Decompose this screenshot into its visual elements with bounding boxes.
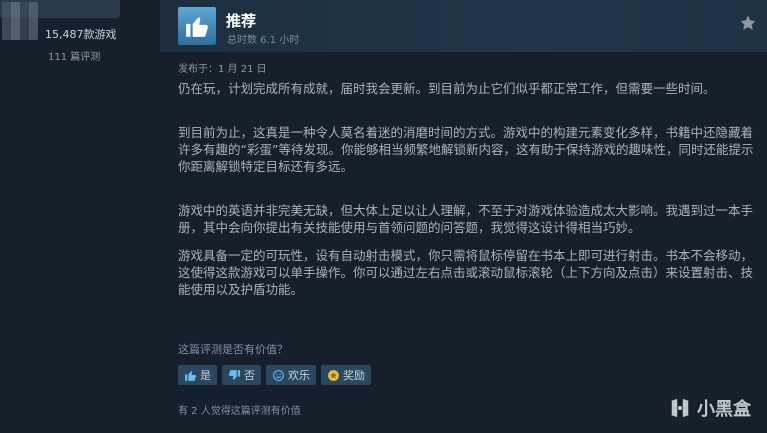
watermark-text: 小黑盒: [697, 399, 751, 420]
watermark: 小黑盒: [669, 395, 751, 421]
vote-buttons: 是 否 欢乐 奖励: [178, 365, 371, 385]
games-count[interactable]: 15,487款游戏: [45, 26, 117, 42]
star-icon[interactable]: [739, 14, 757, 32]
playtime: 总时数 6.1 小时: [227, 35, 300, 46]
thumbs-up-icon: [185, 370, 196, 381]
profile-sidebar: 15,487款游戏 111 篇评测: [0, 0, 160, 433]
vote-yes-label: 是: [200, 369, 211, 382]
vote-funny-label: 欢乐: [288, 369, 310, 382]
avatar[interactable]: [2, 2, 38, 40]
recommendation-title: 推荐: [226, 12, 257, 30]
vote-no-button[interactable]: 否: [222, 365, 261, 385]
reviews-count[interactable]: 111 篇评测: [48, 48, 100, 63]
vote-no-label: 否: [244, 369, 255, 382]
review-paragraph: 游戏中的英语并非完美无缺，但大体上足以让人理解，不至于对游戏体验造成太大影响。我…: [178, 203, 754, 235]
award-button[interactable]: 奖励: [321, 365, 371, 385]
vote-funny-button[interactable]: 欢乐: [266, 365, 316, 385]
review-panel: 推荐 总时数 6.1 小时 发布于：1 月 21 日 仍在玩，计划完成所有成就，…: [160, 0, 767, 433]
review-body: 仍在玩，计划完成所有成就，届时我会更新。到目前为止它们似乎都正常工作，但需要一些…: [178, 80, 763, 325]
award-icon: [328, 369, 339, 381]
helpful-count: 有 2 人觉得这篇评测有价值: [178, 406, 301, 417]
helpful-question: 这篇评测是否有价值？: [178, 343, 288, 356]
thumbs-up-icon: [178, 7, 216, 45]
thumbs-down-icon: [229, 369, 240, 380]
vote-yes-button[interactable]: 是: [178, 365, 217, 385]
posted-date: 发布于：1 月 21 日: [178, 64, 267, 75]
review-paragraph: 游戏具备一定的可玩性，设有自动射击模式，你只需将鼠标停留在书本上即可进行射击。书…: [178, 248, 754, 297]
review-paragraph: 仍在玩，计划完成所有成就，届时我会更新。到目前为止它们似乎都正常工作，但需要一些…: [178, 81, 716, 96]
heybox-logo-icon: [671, 398, 689, 418]
smiley-icon: [273, 369, 284, 381]
review-paragraph: 到目前为止，这真是一种令人莫名着迷的消磨时间的方式。游戏中的构建元素变化多样，书…: [178, 125, 754, 174]
award-label: 奖励: [343, 369, 365, 382]
